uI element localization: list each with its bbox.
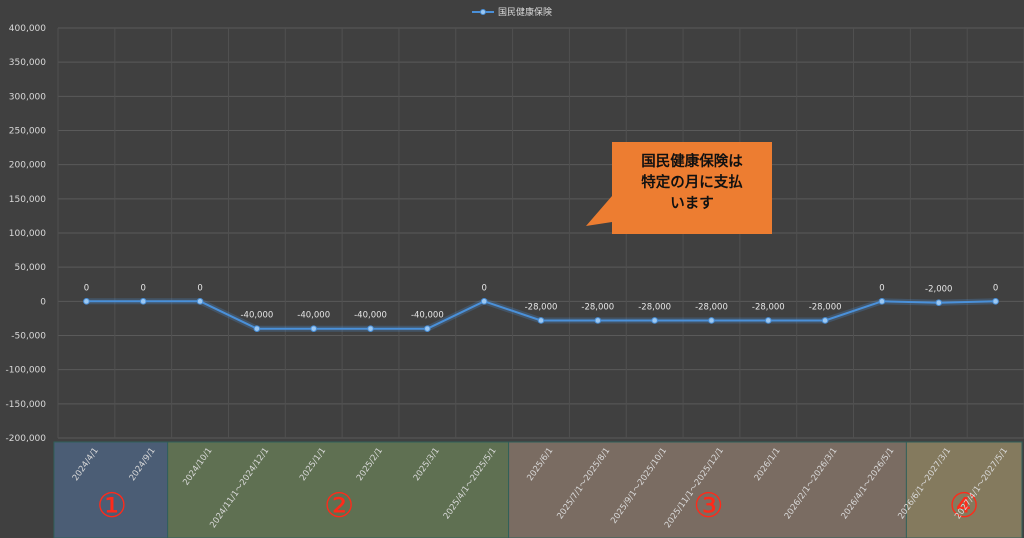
y-tick-label: 250,000 xyxy=(9,127,46,137)
data-point-6 xyxy=(367,325,374,332)
data-point-14 xyxy=(821,317,829,324)
data-point-2 xyxy=(139,298,147,305)
y-tick-label: 150,000 xyxy=(9,195,46,205)
data-label-10: -28,000 xyxy=(581,302,614,312)
data-point-10 xyxy=(594,317,602,324)
region-number-1: ① xyxy=(97,486,127,526)
y-tick-label: 50,000 xyxy=(15,263,47,273)
data-point-13 xyxy=(764,317,772,324)
data-label-7: -40,000 xyxy=(411,311,444,321)
data-point-1 xyxy=(83,298,90,305)
data-point-11 xyxy=(651,317,658,324)
y-tick-label: -50,000 xyxy=(11,332,46,342)
data-point-7 xyxy=(424,325,431,332)
data-point-9 xyxy=(537,317,545,324)
data-label-5: -40,000 xyxy=(297,311,330,321)
data-label-14: -28,000 xyxy=(809,302,842,312)
data-point-17 xyxy=(992,298,999,305)
data-label-12: -28,000 xyxy=(695,302,728,312)
line-chart: ①②③④ 400,000350,000300,000250,000200,000… xyxy=(6,6,1024,538)
data-labels: 0 0 0 -40,000 -40,000 -40,000 -40,000 0 -28,000 -… xyxy=(84,283,999,320)
legend: 国民健康保険 xyxy=(472,6,552,18)
legend-label: 国民健康保険 xyxy=(498,6,552,18)
data-label-17: 0 xyxy=(993,283,998,293)
data-label-6: -40,000 xyxy=(354,311,387,321)
callout: 国民健康保険は特定の月に支払います xyxy=(586,142,772,234)
y-tick-label: 350,000 xyxy=(9,58,46,68)
callout-line-2: 特定の月に支払 xyxy=(641,173,743,191)
callout-line-1: 国民健康保険は xyxy=(641,152,743,170)
y-tick-label: 100,000 xyxy=(9,229,46,239)
data-label-15: 0 xyxy=(879,283,884,293)
y-tick-label: 0 xyxy=(40,297,46,307)
y-tick-label: -150,000 xyxy=(6,400,47,410)
data-label-9: -28,000 xyxy=(525,302,558,312)
data-point-4 xyxy=(253,325,261,332)
grid-lines xyxy=(57,27,1024,439)
y-tick-label: -100,000 xyxy=(6,366,47,376)
data-label-16: -2,000 xyxy=(925,285,952,295)
y-axis-ticks: 400,000 350,000 300,000 250,000 200,000 150,0… xyxy=(6,24,47,444)
data-label-4: -40,000 xyxy=(240,311,273,321)
data-label-2: 0 xyxy=(141,283,146,293)
callout-line-3: います xyxy=(670,195,714,212)
data-point-16 xyxy=(935,299,943,307)
y-tick-label: 200,000 xyxy=(9,161,46,171)
data-label-3: 0 xyxy=(197,283,202,293)
legend-swatch-point xyxy=(480,9,486,15)
region-number-3: ③ xyxy=(693,486,723,526)
chart-stage: ①②③④ 400,000 350,000 300,000 250,000 200,000… xyxy=(0,0,1024,538)
data-label-11: -28,000 xyxy=(638,302,671,312)
data-label-8: 0 xyxy=(481,283,486,293)
data-point-8 xyxy=(480,298,488,305)
data-point-12 xyxy=(708,317,715,324)
data-point-5 xyxy=(310,325,318,332)
y-tick-label: -200,000 xyxy=(6,434,47,444)
data-point-15 xyxy=(878,298,886,305)
data-point-3 xyxy=(196,298,204,305)
y-tick-label: 300,000 xyxy=(9,92,46,102)
data-label-1: 0 xyxy=(84,283,89,293)
y-tick-label: 400,000 xyxy=(9,24,46,34)
region-number-2: ② xyxy=(324,486,354,526)
data-label-13: -28,000 xyxy=(752,302,785,312)
